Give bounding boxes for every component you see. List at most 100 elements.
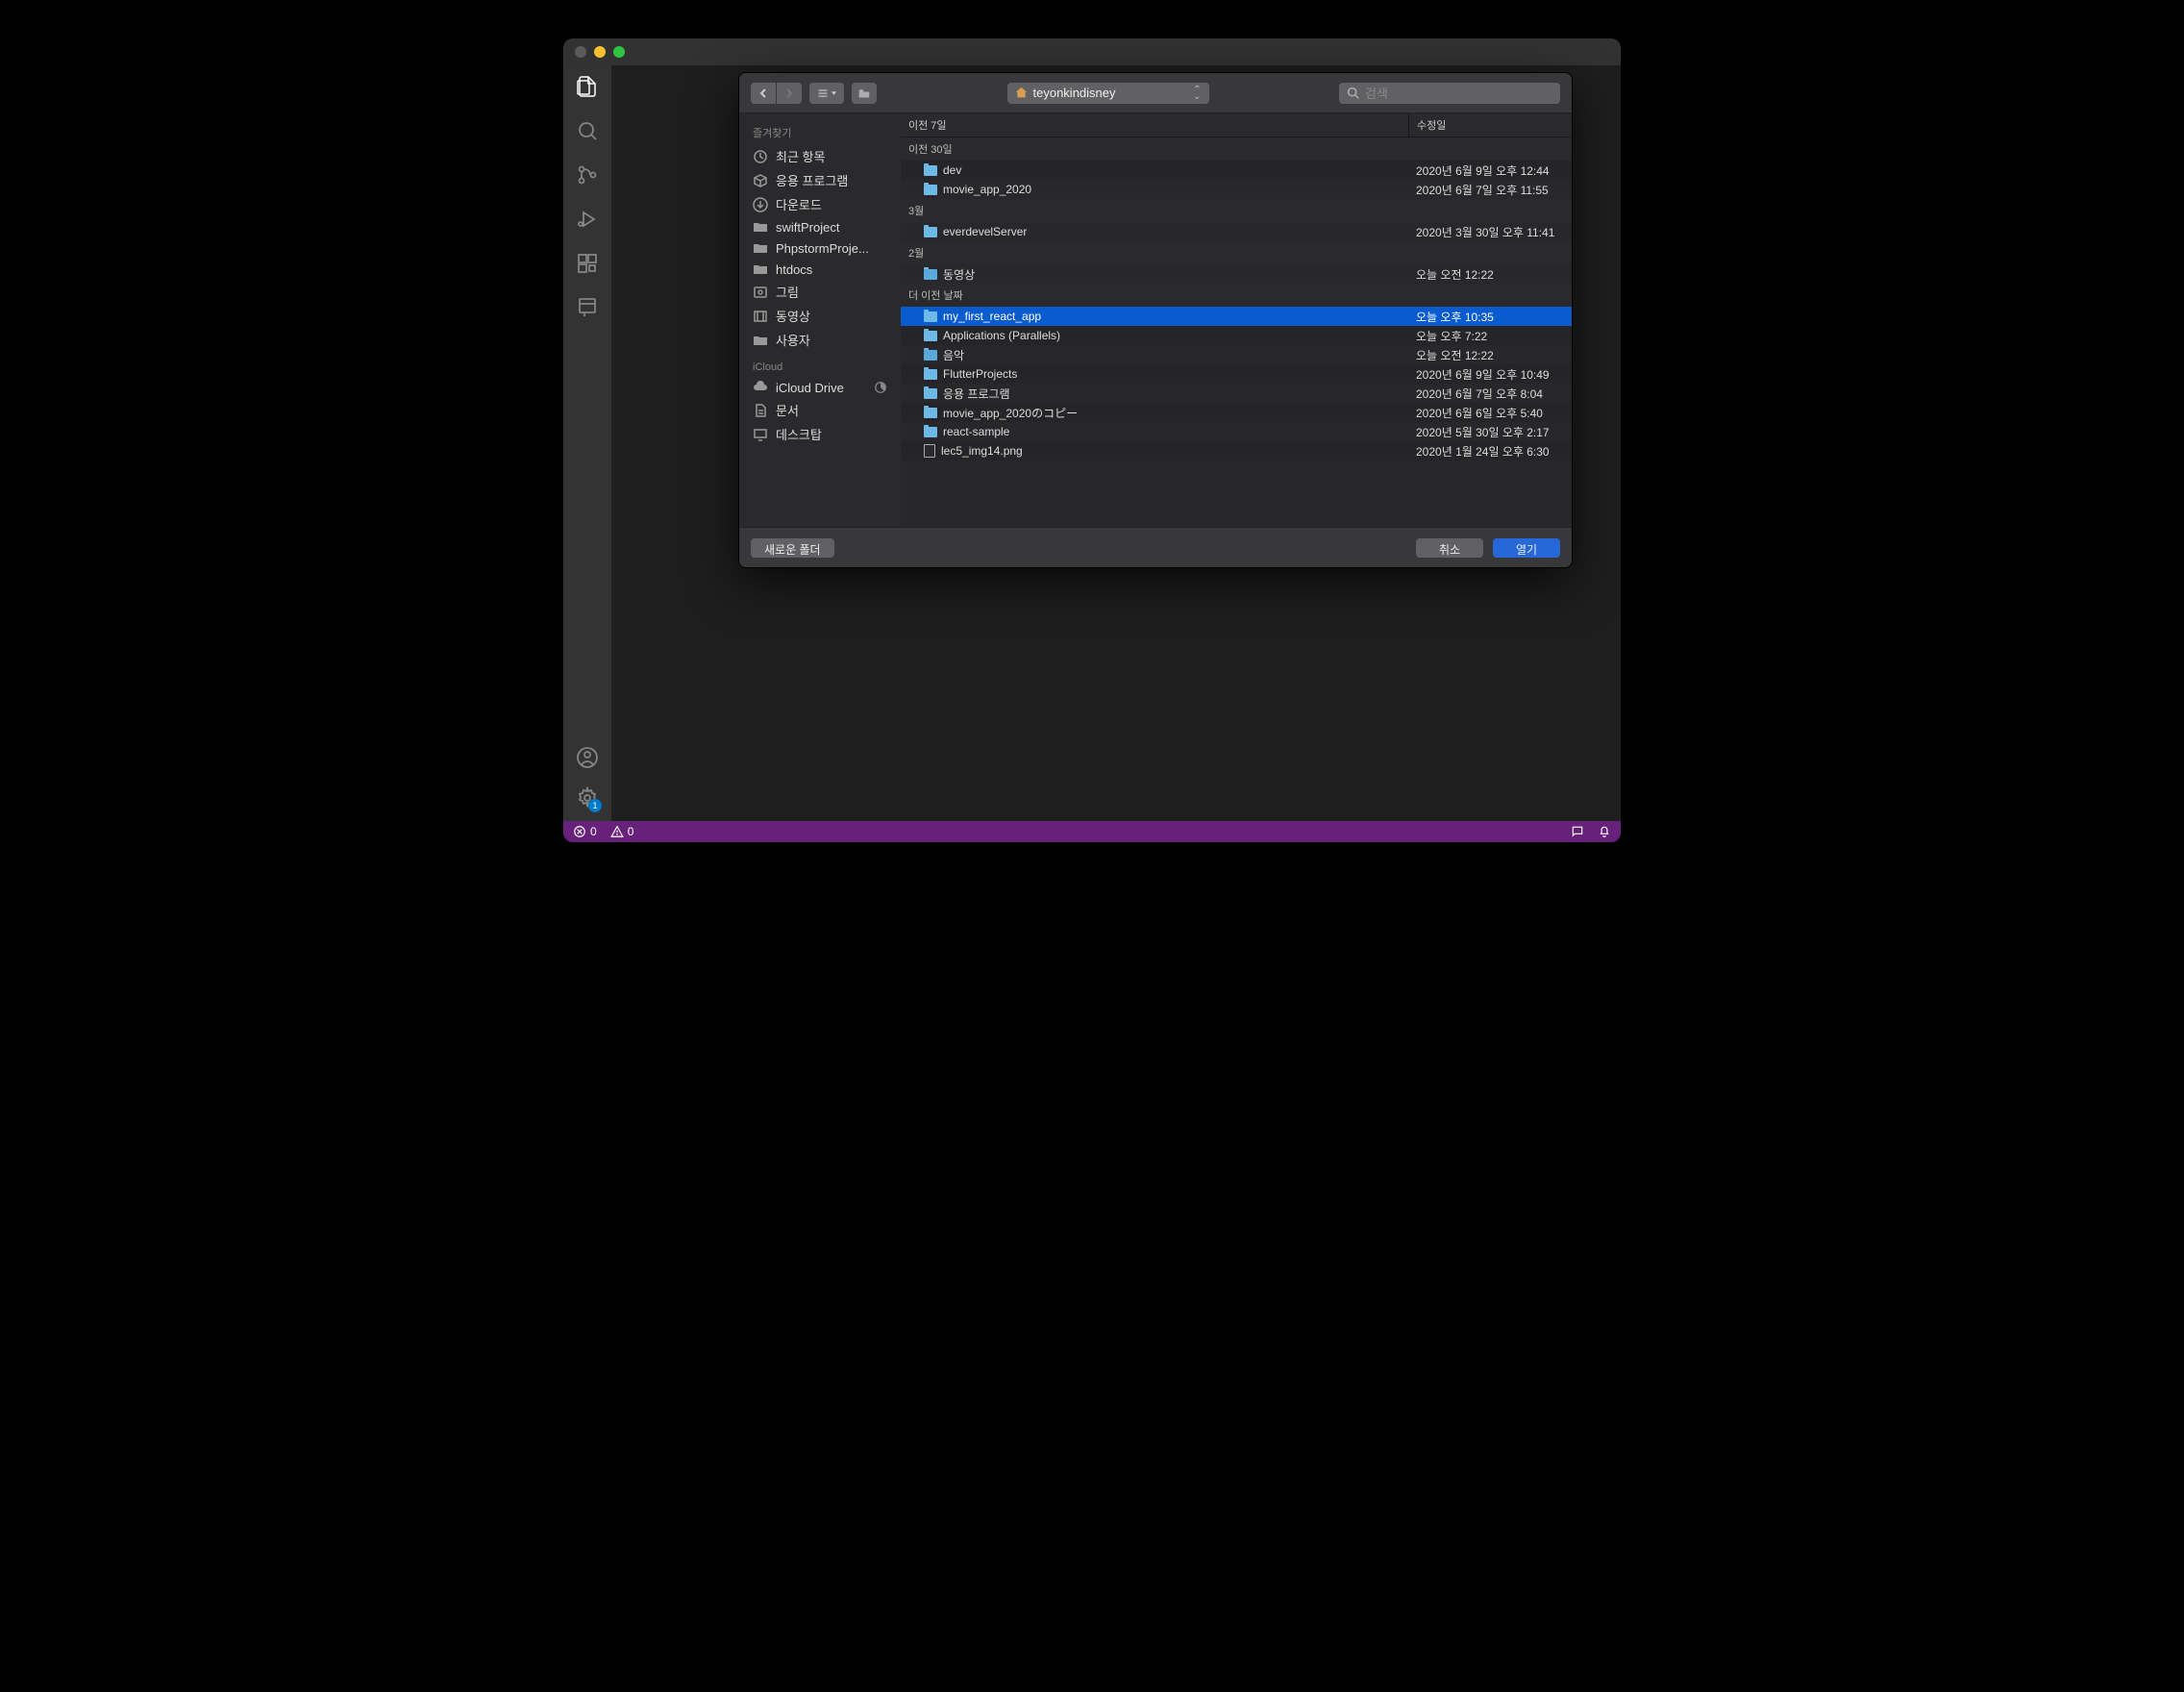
- file-date: 2020년 6월 6일 오후 5:40: [1408, 405, 1572, 421]
- file-row[interactable]: my_first_react_app 오늘 오후 10:35: [901, 307, 1572, 326]
- cancel-button[interactable]: 취소: [1416, 538, 1483, 558]
- file-name: FlutterProjects: [943, 367, 1017, 381]
- file-row[interactable]: dev2020년 6월 9일 오후 12:44: [901, 161, 1572, 180]
- status-errors[interactable]: 0: [573, 825, 597, 838]
- group-header: 3월: [901, 199, 1572, 222]
- source-control-icon[interactable]: [576, 163, 599, 187]
- file-date: 2020년 6월 7일 오후 11:55: [1408, 182, 1572, 198]
- file-name: lec5_img14.png: [941, 444, 1023, 458]
- remote-icon[interactable]: [576, 296, 599, 319]
- explorer-icon[interactable]: [576, 75, 599, 98]
- sidebar-item[interactable]: 다운로드: [739, 192, 901, 216]
- extensions-icon[interactable]: [576, 252, 599, 275]
- folder-icon: [753, 240, 768, 256]
- cloud-icon: [753, 380, 768, 395]
- sidebar-item[interactable]: 문서: [739, 398, 901, 422]
- file-date: 오늘 오후 7:22: [1408, 328, 1572, 344]
- settings-badge: 1: [588, 799, 602, 812]
- sidebar-item[interactable]: 동영상: [739, 304, 901, 328]
- file-row[interactable]: movie_app_2020のコピー 2020년 6월 6일 오후 5:40: [901, 403, 1572, 422]
- sidebar-item-label: 그림: [776, 283, 799, 301]
- icloud-header: iCloud: [739, 358, 901, 377]
- movies-icon: [753, 309, 768, 324]
- file-row[interactable]: 동영상오늘 오전 12:22: [901, 264, 1572, 284]
- file-date: 오늘 오후 10:35: [1408, 309, 1572, 325]
- file-date: 2020년 5월 30일 오후 2:17: [1408, 424, 1572, 440]
- file-name: 음악: [943, 347, 964, 363]
- open-button[interactable]: 열기: [1493, 538, 1560, 558]
- sidebar-item-label: 동영상: [776, 307, 810, 325]
- apps-icon: [753, 173, 768, 188]
- downloads-icon: [753, 197, 768, 212]
- status-warnings[interactable]: 0: [610, 825, 634, 838]
- file-open-dialog: teyonkindisney ⌃⌄ 검색 즐겨찾기 최근 항목응용 프로그램다운…: [738, 72, 1573, 568]
- favorites-header: 즐겨찾기: [739, 121, 901, 144]
- folder-icon: [924, 350, 937, 361]
- window-close-button[interactable]: [575, 46, 586, 58]
- nav-back-button[interactable]: [751, 83, 776, 104]
- errors-count: 0: [590, 825, 597, 838]
- warnings-count: 0: [628, 825, 634, 838]
- file-name: movie_app_2020のコピー: [943, 405, 1078, 421]
- view-mode-button[interactable]: [809, 83, 844, 104]
- sidebar-item[interactable]: 최근 항목: [739, 144, 901, 168]
- new-folder-button[interactable]: 새로운 폴더: [751, 538, 834, 558]
- col-name[interactable]: 이전 7일: [901, 113, 1408, 137]
- accounts-icon[interactable]: [576, 746, 599, 769]
- file-name: 동영상: [943, 266, 975, 283]
- sidebar-item-label: 데스크탑: [776, 425, 822, 443]
- run-debug-icon[interactable]: [576, 208, 599, 231]
- file-row[interactable]: everdevelServer 2020년 3월 30일 오후 11:41: [901, 222, 1572, 241]
- file-date: 2020년 3월 30일 오후 11:41: [1408, 224, 1572, 240]
- file-date: 2020년 6월 9일 오후 10:49: [1408, 366, 1572, 383]
- desktop-icon: [753, 427, 768, 442]
- sidebar-item[interactable]: 그림: [739, 280, 901, 304]
- settings-gear-icon[interactable]: 1: [576, 786, 599, 809]
- search-input[interactable]: 검색: [1339, 83, 1560, 104]
- title-bar: [563, 38, 1621, 65]
- file-date: 오늘 오전 12:22: [1408, 347, 1572, 363]
- status-feedback-icon[interactable]: [1571, 825, 1584, 838]
- file-row[interactable]: lec5_img14.png2020년 1월 24일 오후 6:30: [901, 441, 1572, 460]
- file-row[interactable]: 음악 오늘 오전 12:22: [901, 345, 1572, 364]
- sidebar-item-label: 문서: [776, 401, 799, 419]
- file-row[interactable]: react-sample 2020년 5월 30일 오후 2:17: [901, 422, 1572, 441]
- sidebar-item[interactable]: iCloud Drive: [739, 377, 901, 398]
- home-icon: [1015, 87, 1028, 99]
- folder-icon: [753, 261, 768, 277]
- file-row[interactable]: movie_app_2020 2020년 6월 7일 오후 11:55: [901, 180, 1572, 199]
- sidebar-item[interactable]: htdocs: [739, 259, 901, 280]
- file-name: react-sample: [943, 425, 1009, 438]
- magnify-icon: [1347, 87, 1359, 99]
- path-selector[interactable]: teyonkindisney ⌃⌄: [1007, 83, 1209, 104]
- folder-icon: [924, 269, 937, 280]
- sidebar-item[interactable]: 사용자: [739, 328, 901, 352]
- vscode-window: 1 Open File or Folder ⌘O Open Recent ⌃R …: [563, 38, 1621, 842]
- window-minimize-button[interactable]: [594, 46, 606, 58]
- file-row[interactable]: 응용 프로그램2020년 6월 7일 오후 8:04: [901, 384, 1572, 403]
- sidebar-item-label: 다운로드: [776, 195, 822, 213]
- file-date: 2020년 6월 7일 오후 8:04: [1408, 386, 1572, 402]
- sidebar-item-label: iCloud Drive: [776, 381, 844, 395]
- sidebar-item[interactable]: PhpstormProje...: [739, 237, 901, 259]
- col-date[interactable]: 수정일: [1408, 113, 1572, 137]
- nav-forward-button[interactable]: [777, 83, 802, 104]
- sidebar-item[interactable]: 데스크탑: [739, 422, 901, 446]
- search-icon[interactable]: [576, 119, 599, 142]
- file-name: movie_app_2020: [943, 183, 1031, 196]
- sidebar-item[interactable]: swiftProject: [739, 216, 901, 237]
- folder-icon: [924, 165, 937, 176]
- window-maximize-button[interactable]: [613, 46, 625, 58]
- file-row[interactable]: FlutterProjects 2020년 6월 9일 오후 10:49: [901, 364, 1572, 384]
- pictures-icon: [753, 285, 768, 300]
- dialog-sidebar: 즐겨찾기 최근 항목응용 프로그램다운로드 swiftProjectPhpstor…: [739, 113, 901, 527]
- group-button[interactable]: [852, 83, 877, 104]
- chevron-updown-icon: ⌃⌄: [1193, 87, 1201, 100]
- file-list: 이전 7일 수정일 이전 30일dev2020년 6월 9일 오후 12:44m…: [901, 113, 1572, 527]
- status-bell-icon[interactable]: [1598, 825, 1611, 838]
- file-row[interactable]: Applications (Parallels)오늘 오후 7:22: [901, 326, 1572, 345]
- file-name: everdevelServer: [943, 225, 1027, 238]
- sidebar-item-label: htdocs: [776, 262, 812, 277]
- file-name: my_first_react_app: [943, 310, 1041, 323]
- sidebar-item[interactable]: 응용 프로그램: [739, 168, 901, 192]
